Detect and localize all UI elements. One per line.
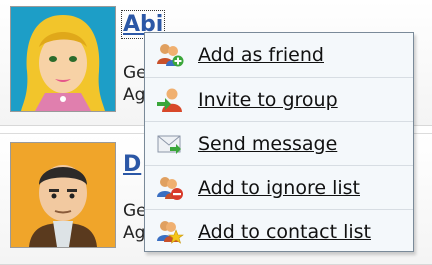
menu-item-label: Add to ignore list <box>198 177 360 199</box>
menu-item-label: Add as friend <box>198 44 324 66</box>
user-name-link[interactable]: D <box>123 152 141 177</box>
avatar[interactable] <box>10 142 116 248</box>
menu-item-ignore-list[interactable]: Add to ignore list <box>145 165 413 210</box>
user-context-menu: Add as friend Invite to group Send messa… <box>144 32 414 252</box>
envelope-icon <box>155 130 185 158</box>
menu-item-add-friend[interactable]: Add as friend <box>145 33 413 77</box>
menu-item-label: Send message <box>198 133 338 155</box>
contact-star-icon <box>155 218 185 246</box>
ignore-icon <box>155 174 185 202</box>
menu-item-label: Add to contact list <box>198 221 371 243</box>
add-friend-icon <box>155 41 185 69</box>
avatar[interactable] <box>10 6 116 112</box>
menu-item-contact-list[interactable]: Add to contact list <box>145 209 413 254</box>
menu-item-label: Invite to group <box>198 89 338 111</box>
menu-item-invite-group[interactable]: Invite to group <box>145 77 413 122</box>
menu-item-send-message[interactable]: Send message <box>145 121 413 166</box>
invite-group-icon <box>155 86 185 114</box>
